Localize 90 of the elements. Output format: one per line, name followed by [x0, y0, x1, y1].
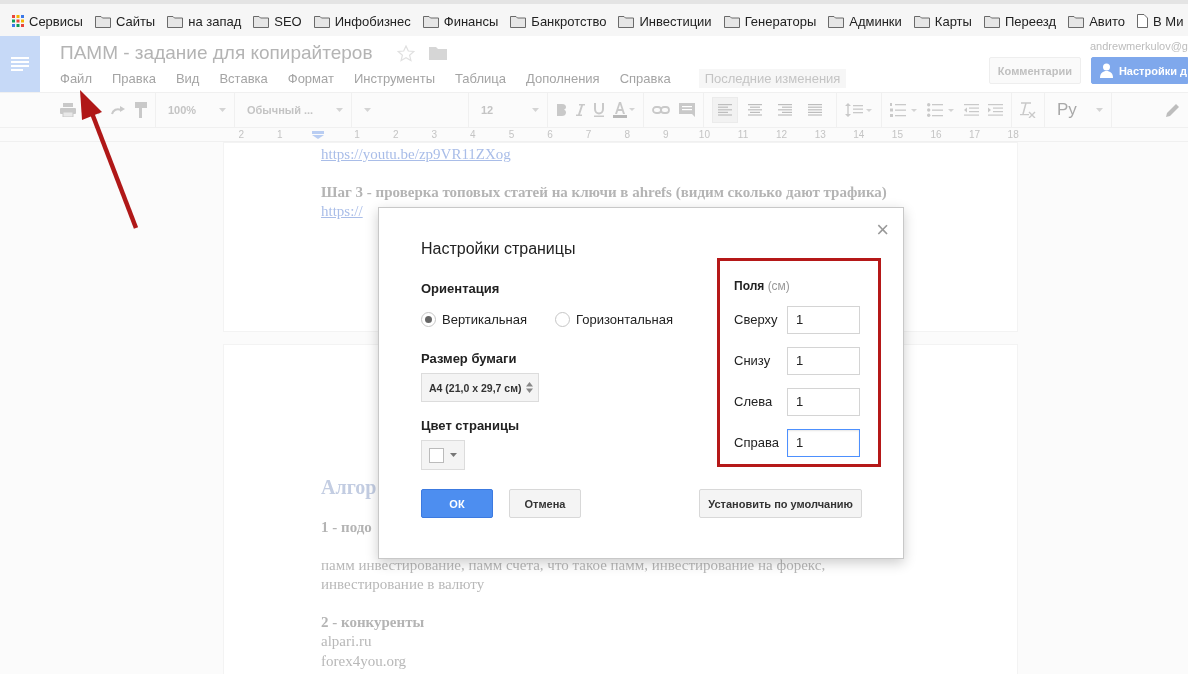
folder-icon — [94, 14, 111, 28]
color-picker[interactable] — [421, 440, 465, 470]
redo-icon[interactable] — [110, 105, 126, 115]
section-label: Размер бумаги — [421, 351, 518, 366]
caret-icon — [219, 108, 226, 112]
field-label: Сверху — [734, 312, 778, 327]
bookmark[interactable]: Сайты — [94, 13, 156, 29]
field-label: Справа — [734, 435, 779, 450]
bookmark[interactable]: Инвестиции — [618, 13, 712, 29]
radio-button[interactable] — [555, 312, 571, 327]
clear-formatting-icon[interactable] — [1020, 102, 1036, 118]
bookmark[interactable]: В Ми — [1137, 13, 1184, 29]
numbered-list-icon[interactable] — [890, 103, 918, 117]
folder-icon — [983, 14, 1000, 28]
text-color-icon[interactable] — [613, 102, 635, 118]
margin-field[interactable]: 1 — [787, 305, 860, 334]
caret-icon — [364, 108, 371, 112]
bookmark[interactable]: на запад — [167, 13, 242, 29]
folder-icon — [913, 14, 930, 28]
folder-icon — [723, 14, 740, 28]
folder-icon — [313, 14, 330, 28]
reset-default-button[interactable]: Установить по умолчанию — [699, 489, 862, 518]
bold-paragraph: 1 - подо — [321, 518, 372, 537]
paragraph: памм инвестирование, памм счета, что такое памм, инвестирование на форекс, инвестирование в валюту — [321, 555, 827, 594]
dialog-title: Настройки страницы — [421, 240, 577, 258]
increase-indent-icon[interactable] — [988, 104, 1003, 116]
link-icon[interactable] — [652, 106, 670, 114]
bookmark[interactable]: Финансы — [422, 13, 499, 29]
margins-label: Поля (см) — [734, 279, 791, 293]
star-icon[interactable] — [396, 44, 415, 62]
bold-paragraph: 2 - конкуренты — [321, 612, 425, 632]
comment-icon[interactable] — [679, 103, 695, 117]
bookmark[interactable]: Инфобизнес — [313, 13, 411, 29]
align-right-icon — [778, 104, 792, 116]
bulleted-list-icon[interactable] — [927, 103, 955, 117]
indent-marker-icon[interactable] — [312, 130, 325, 139]
folder-icon — [1068, 14, 1085, 28]
radio-label[interactable]: Горизонтальная — [576, 312, 674, 327]
menu-icon — [11, 57, 29, 71]
bold-icon[interactable] — [556, 104, 566, 116]
bookmark[interactable]: Банкротство — [510, 13, 607, 29]
underline-icon[interactable] — [594, 103, 604, 117]
margin-field[interactable]: 1 — [787, 428, 860, 457]
paragraph: forex4you.org — [321, 651, 408, 671]
bookmark[interactable]: Генераторы — [723, 13, 817, 29]
folder-icon — [422, 14, 439, 28]
paint-roller-icon[interactable] — [135, 102, 147, 118]
bookmark[interactable]: Авито — [1068, 13, 1125, 29]
bookmark[interactable]: SEO — [253, 13, 302, 29]
margin-field[interactable]: 1 — [787, 346, 860, 375]
radio-button[interactable] — [421, 312, 436, 327]
bookmark[interactable]: Сервисы — [12, 13, 83, 29]
decrease-indent-icon[interactable] — [964, 104, 979, 116]
bookmark[interactable]: Карты — [913, 13, 972, 29]
updown-icon — [526, 382, 534, 393]
align-button[interactable] — [712, 97, 738, 123]
margin-field[interactable]: 1 — [787, 387, 860, 416]
cancel-button[interactable]: Отмена — [509, 489, 581, 518]
bookmark[interactable]: Админки — [828, 13, 902, 29]
docs-home-button[interactable] — [0, 36, 40, 92]
align-justify-icon — [808, 104, 822, 116]
italic-icon[interactable] — [575, 104, 585, 116]
field-label: Слева — [734, 394, 773, 409]
align-center-icon — [748, 104, 762, 116]
caret-icon — [1096, 108, 1103, 112]
caret-icon — [532, 108, 539, 112]
caret-icon — [336, 108, 343, 112]
print-icon[interactable] — [60, 103, 76, 117]
folder-icon — [510, 14, 527, 28]
align-left-icon — [718, 104, 732, 116]
pencil-icon[interactable] — [1166, 103, 1180, 117]
bookmark[interactable]: Переезд — [983, 13, 1057, 29]
caret-icon — [450, 453, 457, 457]
folder-icon — [828, 14, 845, 28]
paper-size-select[interactable]: A4 (21,0 x 29,7 см) — [421, 373, 540, 402]
folder-icon — [253, 14, 270, 28]
apps-icon[interactable] — [12, 15, 24, 27]
folder-icon — [167, 14, 184, 28]
heading: Алгор — [321, 475, 377, 500]
field-label: Снизу — [734, 353, 771, 368]
paragraph: alpari.ru — [321, 632, 373, 651]
bold-paragraph: Шаг 3 - проверка топовых статей на ключи в ahrefs (видим сколько дают трафика) — [321, 182, 887, 202]
section-label: Ориентация — [421, 281, 501, 296]
folder-icon[interactable] — [428, 46, 447, 60]
person-icon — [1099, 62, 1113, 79]
page-icon — [1137, 14, 1148, 28]
section-label: Цвет страницы — [421, 418, 521, 433]
radio-label[interactable]: Вертикальная — [442, 312, 528, 327]
line-spacing-icon[interactable] — [845, 103, 873, 117]
folder-icon — [618, 14, 635, 28]
